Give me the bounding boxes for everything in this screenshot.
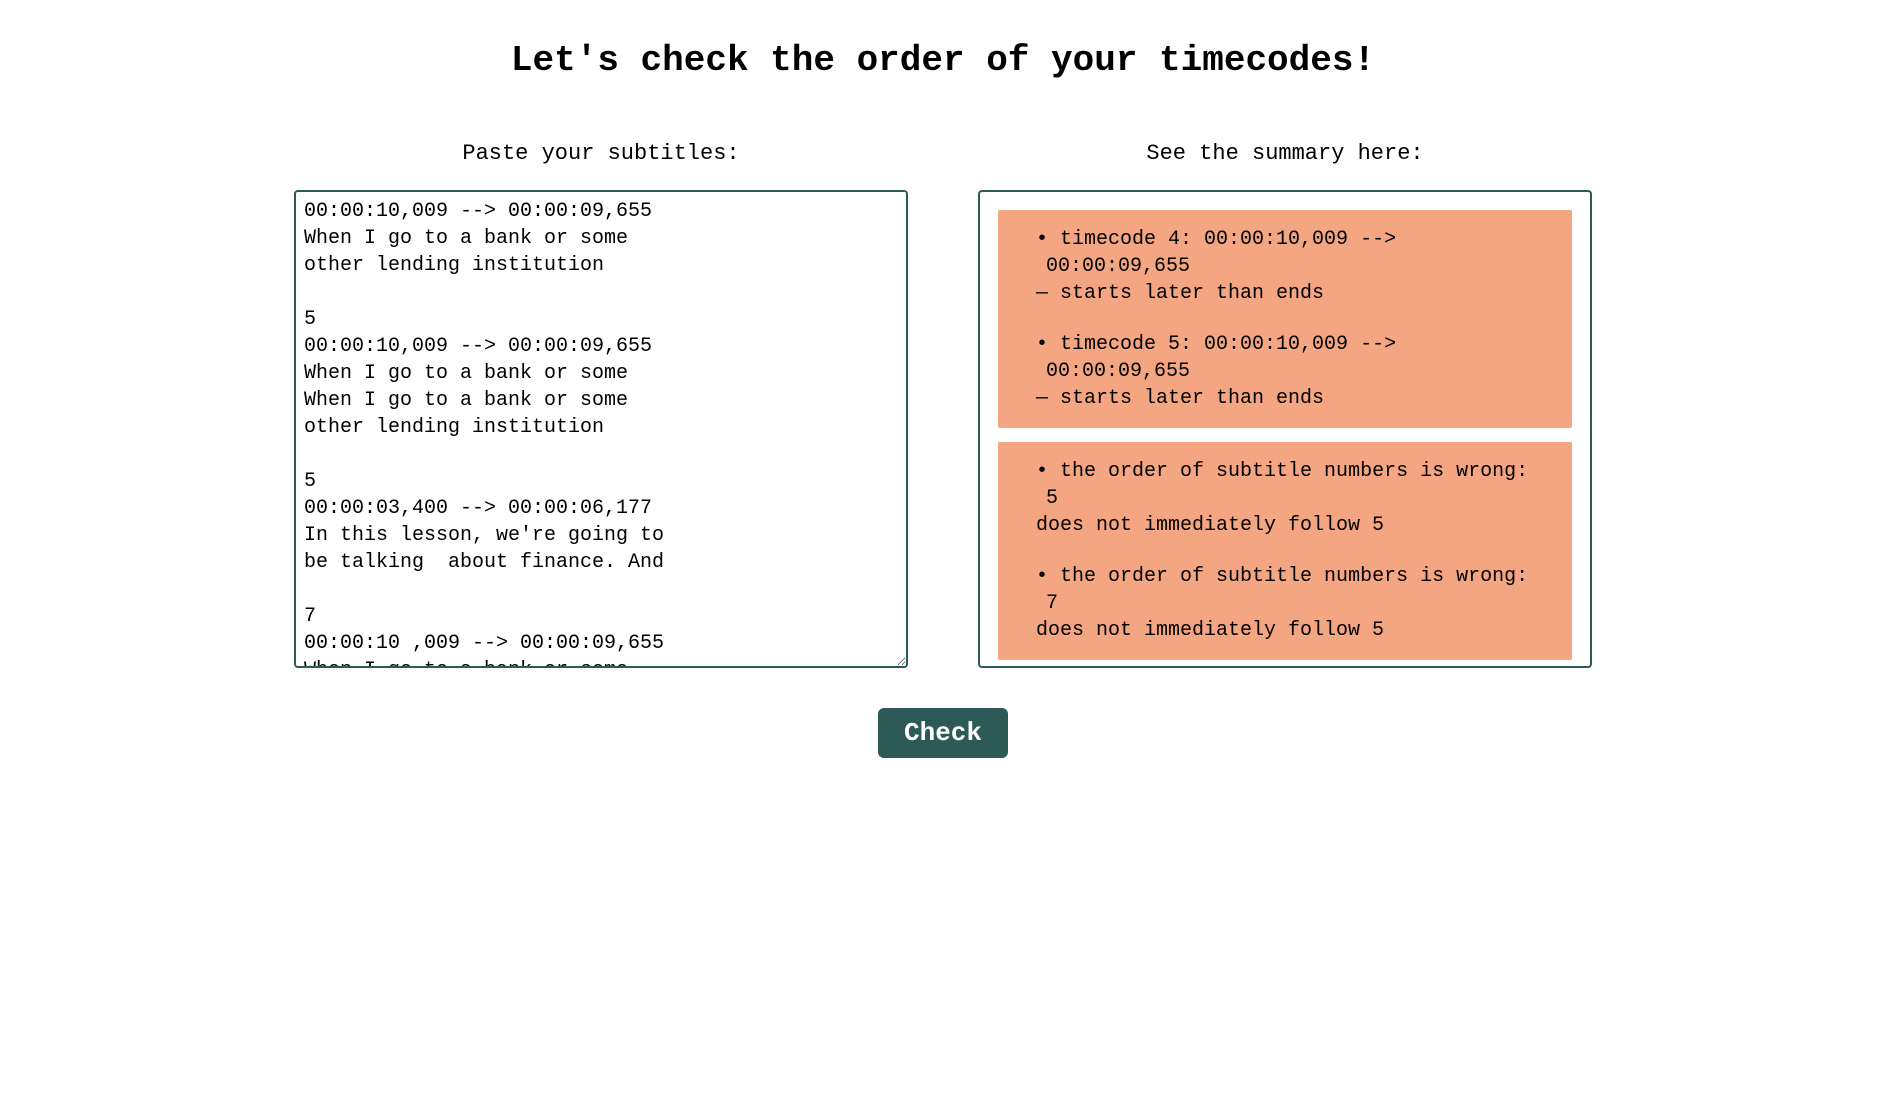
input-label: Paste your subtitles: (462, 141, 739, 166)
summary-item-text: does not immediately follow 5 (1018, 512, 1552, 539)
summary-group: the order of subtitle numbers is wrong: … (998, 442, 1572, 660)
columns-container: Paste your subtitles: See the summary he… (60, 141, 1826, 668)
summary-item: the order of subtitle numbers is wrong: … (998, 446, 1572, 551)
input-column: Paste your subtitles: (294, 141, 908, 668)
summary-column: See the summary here: timecode 4: 00:00:… (978, 141, 1592, 668)
summary-panel: timecode 4: 00:00:10,009 --> 00:00:09,65… (978, 190, 1592, 668)
summary-item-text: timecode 4: 00:00:10,009 --> 00:00:09,65… (1018, 226, 1552, 280)
summary-item-text: — starts later than ends (1018, 385, 1552, 412)
summary-item: timecode 5: 00:00:10,009 --> 00:00:09,65… (998, 319, 1572, 424)
summary-item-text: — starts later than ends (1018, 280, 1552, 307)
check-button[interactable]: Check (878, 708, 1008, 758)
summary-item-text: does not immediately follow 5 (1018, 617, 1552, 644)
summary-group: timecode 4: 00:00:10,009 --> 00:00:09,65… (998, 210, 1572, 428)
summary-label: See the summary here: (1146, 141, 1423, 166)
summary-item: timecode 4: 00:00:10,009 --> 00:00:09,65… (998, 214, 1572, 319)
page-title: Let's check the order of your timecodes! (60, 40, 1826, 81)
summary-item: the order of subtitle numbers is wrong: … (998, 551, 1572, 656)
summary-item-text: the order of subtitle numbers is wrong: … (1018, 563, 1552, 617)
summary-item-text: the order of subtitle numbers is wrong: … (1018, 458, 1552, 512)
subtitle-input[interactable] (294, 190, 908, 668)
summary-item-text: timecode 5: 00:00:10,009 --> 00:00:09,65… (1018, 331, 1552, 385)
